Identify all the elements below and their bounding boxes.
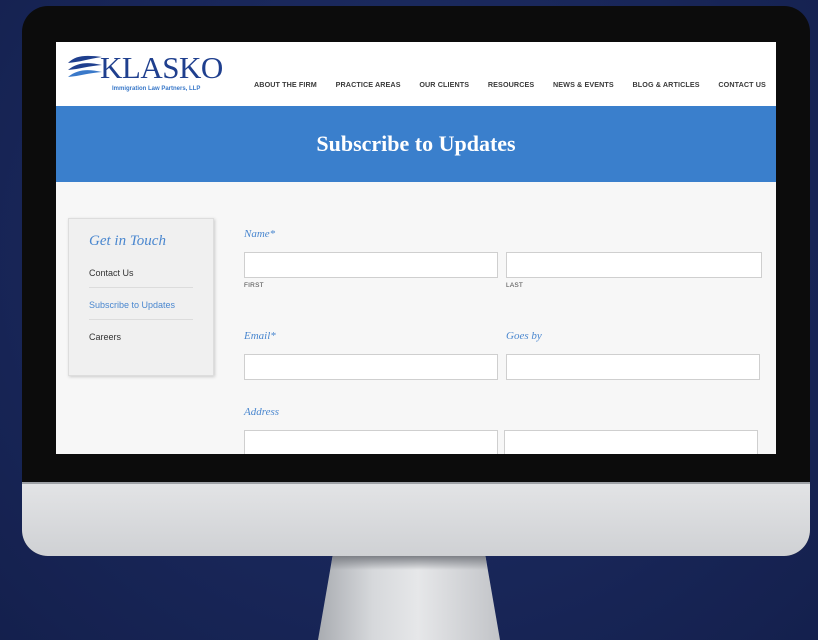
- first-sub-label: FIRST: [244, 282, 264, 289]
- address-line2-input[interactable]: [504, 430, 758, 454]
- last-sub-label: LAST: [506, 282, 524, 289]
- address-line1-input[interactable]: [244, 430, 498, 454]
- goes-by-input[interactable]: [506, 354, 760, 380]
- site-logo[interactable]: KLASKO Immigration Law Partners, LLP: [66, 52, 226, 102]
- monitor-chin: [22, 482, 810, 556]
- nav-practice-areas[interactable]: PRACTICE AREAS: [336, 80, 401, 89]
- main-nav: ABOUT THE FIRM PRACTICE AREAS OUR CLIENT…: [254, 80, 766, 89]
- page-banner: Subscribe to Updates: [56, 106, 776, 182]
- monitor-frame: KLASKO Immigration Law Partners, LLP ABO…: [22, 6, 810, 556]
- first-name-input[interactable]: [244, 252, 498, 278]
- logo-waves-icon: [68, 55, 102, 77]
- page-title: Subscribe to Updates: [316, 131, 516, 156]
- email-input[interactable]: [244, 354, 498, 380]
- nav-our-clients[interactable]: OUR CLIENTS: [419, 80, 469, 89]
- sidebar-link-careers[interactable]: Careers: [89, 328, 193, 351]
- nav-resources[interactable]: RESOURCES: [488, 80, 534, 89]
- nav-blog-articles[interactable]: BLOG & ARTICLES: [633, 80, 700, 89]
- email-label: Email*: [244, 330, 276, 342]
- monitor-stand-shadow: [330, 556, 488, 570]
- nav-news-events[interactable]: NEWS & EVENTS: [553, 80, 614, 89]
- sidebar-link-subscribe[interactable]: Subscribe to Updates: [89, 296, 193, 320]
- logo-tagline: Immigration Law Partners, LLP: [112, 86, 201, 92]
- logo-wordmark: KLASKO: [100, 50, 223, 85]
- address-label: Address: [244, 406, 280, 418]
- sidebar-get-in-touch: Get in Touch Contact Us Subscribe to Upd…: [68, 218, 214, 376]
- sidebar-link-contact-us[interactable]: Contact Us: [89, 264, 193, 288]
- site-header: KLASKO Immigration Law Partners, LLP ABO…: [56, 42, 776, 106]
- name-label: Name*: [244, 228, 276, 240]
- nav-contact-us[interactable]: CONTACT US: [718, 80, 766, 89]
- last-name-input[interactable]: [506, 252, 762, 278]
- goes-by-label: Goes by: [506, 330, 542, 342]
- browser-viewport: KLASKO Immigration Law Partners, LLP ABO…: [56, 42, 776, 454]
- nav-about-the-firm[interactable]: ABOUT THE FIRM: [254, 80, 317, 89]
- sidebar-title: Get in Touch: [89, 233, 166, 249]
